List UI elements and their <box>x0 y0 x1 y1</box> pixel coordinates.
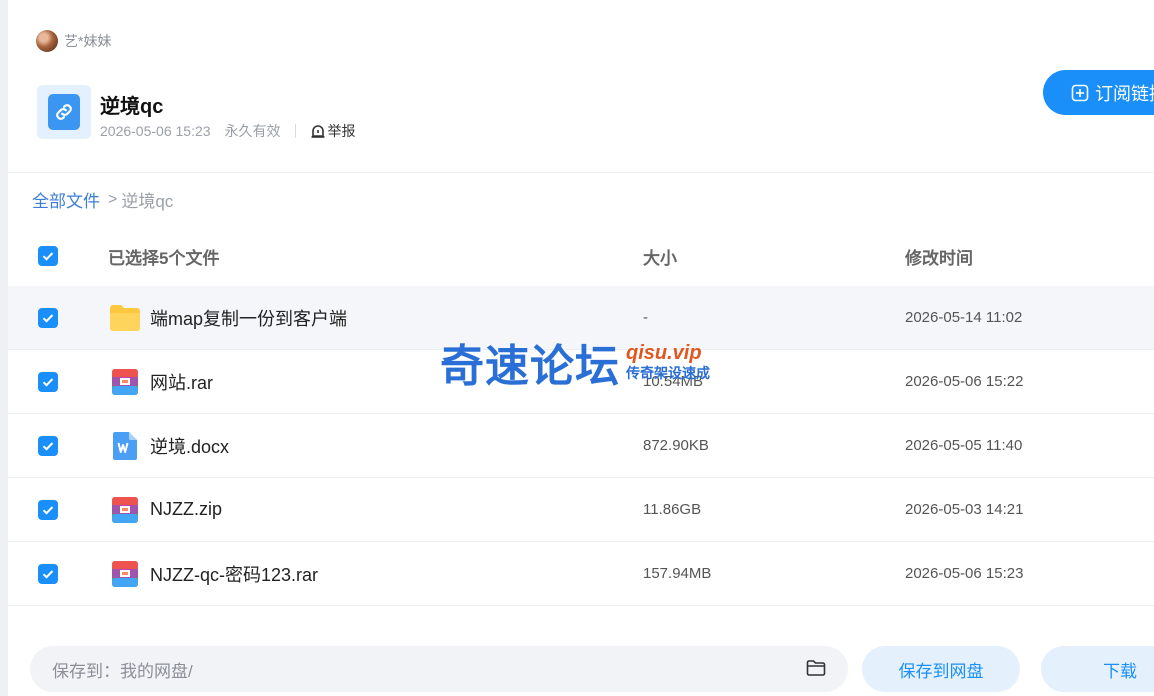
watermark-url: qisu.vip <box>626 342 702 364</box>
file-size: 11.86GB <box>643 501 702 518</box>
watermark-slogan: 传奇架设速成 <box>626 365 710 381</box>
save-path-field[interactable]: 保存到：我的网盘/ <box>30 646 848 692</box>
check-icon <box>42 505 54 515</box>
watermark: 奇速论坛 qisu.vip 传奇架设速成 <box>440 330 710 394</box>
file-time: 2026-05-05 11:40 <box>905 437 1023 454</box>
share-meta: 2026-05-06 15:23 永久有效 举报 <box>100 121 356 141</box>
breadcrumb-separator: > <box>108 190 118 208</box>
header-divider <box>8 172 1154 173</box>
file-name[interactable]: NJZZ-qc-密码123.rar <box>150 561 318 587</box>
save-to-netdisk-button[interactable]: 保存到网盘 <box>862 646 1020 692</box>
owner-name: 艺*妹妹 <box>64 33 112 49</box>
meta-divider <box>294 124 296 138</box>
breadcrumb: 全部文件 > 逆境qc <box>32 187 173 212</box>
add-icon <box>1071 84 1089 101</box>
column-header-time[interactable]: 修改时间 <box>905 226 973 286</box>
breadcrumb-current: 逆境qc <box>121 192 174 211</box>
subscribe-label: 订阅链接 <box>1095 83 1154 104</box>
check-icon <box>42 377 54 387</box>
row-checkbox[interactable] <box>38 563 58 584</box>
subscribe-link-button[interactable]: 订阅链接 <box>1043 70 1154 115</box>
check-icon <box>42 313 54 323</box>
file-table: 已选择5个文件 大小 修改时间 端map复制一份到客户端 - 2026-05-1… <box>8 226 1154 606</box>
report-icon <box>311 125 325 138</box>
table-row[interactable]: NJZZ.zip 11.86GB 2026-05-03 14:21 <box>8 478 1154 542</box>
row-checkbox[interactable] <box>38 371 58 392</box>
avatar <box>36 30 58 52</box>
file-size: 872.90KB <box>643 437 709 454</box>
row-checkbox[interactable] <box>38 435 58 456</box>
download-button[interactable]: 下载 <box>1041 646 1154 692</box>
archive-icon <box>108 557 142 591</box>
share-card: 艺*妹妹 逆境qc 2026-05-06 15:23 永久有效 举报 订阅链接 … <box>8 0 1154 696</box>
row-checkbox[interactable] <box>38 499 58 520</box>
check-icon <box>42 252 54 261</box>
folder-icon <box>108 301 142 335</box>
owner-info: 艺*妹妹 <box>36 30 111 52</box>
breadcrumb-root[interactable]: 全部文件 <box>32 187 100 212</box>
share-date: 2026-05-06 15:23 <box>100 123 211 139</box>
file-time: 2026-05-14 11:02 <box>905 309 1023 326</box>
file-time: 2026-05-06 15:23 <box>905 565 1024 582</box>
file-time: 2026-05-03 14:21 <box>905 501 1024 518</box>
file-name[interactable]: 网站.rar <box>150 369 213 395</box>
share-validity: 永久有效 <box>224 123 281 139</box>
report-label: 举报 <box>327 123 356 139</box>
watermark-main: 奇速论坛 <box>440 341 620 392</box>
archive-icon <box>108 493 142 527</box>
select-all-checkbox[interactable] <box>38 246 58 266</box>
file-name[interactable]: NJZZ.zip <box>150 499 222 520</box>
file-name[interactable]: 逆境.docx <box>150 433 229 459</box>
selected-count: 已选择5个文件 <box>108 248 220 268</box>
file-name[interactable]: 端map复制一份到客户端 <box>150 305 347 331</box>
table-row[interactable]: 逆境.docx 872.90KB 2026-05-05 11:40 <box>8 414 1154 478</box>
share-link-icon <box>37 85 91 139</box>
save-path-text: 保存到：我的网盘/ <box>52 661 193 681</box>
column-header-size[interactable]: 大小 <box>643 226 677 286</box>
archive-icon <box>108 365 142 399</box>
table-header: 已选择5个文件 大小 修改时间 <box>8 226 1154 286</box>
file-size: 157.94MB <box>643 565 712 582</box>
table-row[interactable]: NJZZ-qc-密码123.rar 157.94MB 2026-05-06 15… <box>8 542 1154 606</box>
check-icon <box>42 441 54 451</box>
share-title: 逆境qc <box>100 96 164 118</box>
word-doc-icon <box>108 429 142 463</box>
file-time: 2026-05-06 15:22 <box>905 373 1024 390</box>
choose-folder-icon[interactable] <box>806 659 826 682</box>
row-checkbox[interactable] <box>38 307 58 328</box>
check-icon <box>42 569 54 579</box>
report-button[interactable]: 举报 <box>310 121 356 141</box>
